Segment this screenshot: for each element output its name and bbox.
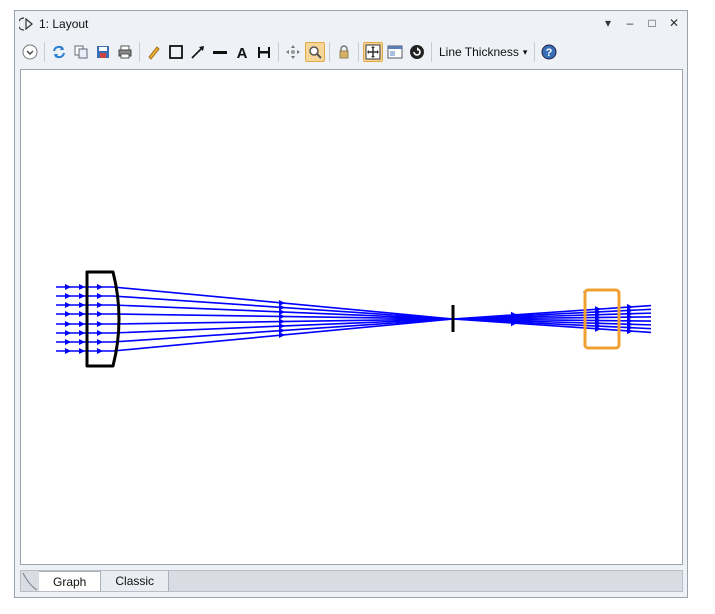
settings-chevron-icon[interactable] xyxy=(20,42,40,62)
layout-app-icon xyxy=(19,17,33,31)
ray-arrow-marker xyxy=(65,302,71,308)
ray-arrow-marker xyxy=(65,339,71,345)
zoom-icon[interactable] xyxy=(305,42,325,62)
toolbar-separator xyxy=(431,42,432,62)
copy-icon[interactable] xyxy=(71,42,91,62)
arrow-icon[interactable] xyxy=(188,42,208,62)
ray-arrow-marker xyxy=(97,330,103,336)
toolbar-separator xyxy=(44,42,45,62)
toolbar: A Line Thickness ▾ ? xyxy=(15,37,687,67)
close-icon[interactable]: ✕ xyxy=(667,15,681,31)
toolbar-separator xyxy=(278,42,279,62)
print-icon[interactable] xyxy=(115,42,135,62)
chevron-down-icon: ▾ xyxy=(522,46,528,57)
window-title: 1: Layout xyxy=(39,17,89,31)
layout-plot-canvas[interactable] xyxy=(20,69,683,565)
ray-arrow-marker xyxy=(97,302,103,308)
toolbar-separator xyxy=(534,42,536,62)
ray-arrow-marker xyxy=(79,348,85,354)
ray-arrow-marker xyxy=(97,348,103,354)
ray-arrow-marker xyxy=(97,284,103,290)
line-thickness-dropdown[interactable]: Line Thickness ▾ xyxy=(435,42,531,62)
line-thickness-label: Line Thickness xyxy=(439,45,519,59)
pencil-icon[interactable] xyxy=(144,42,164,62)
toolbar-separator xyxy=(358,42,359,62)
toolbar-separator xyxy=(329,42,330,62)
ray-arrow-marker xyxy=(65,293,71,299)
maximize-icon[interactable]: □ xyxy=(645,15,659,31)
rotate-icon[interactable] xyxy=(407,42,427,62)
ray-arrow-marker xyxy=(279,313,285,320)
optical-layout-drawing xyxy=(56,270,652,368)
ray-arrow-marker xyxy=(65,330,71,336)
minimize-icon[interactable]: – xyxy=(623,15,637,31)
selection-highlight-box xyxy=(583,288,621,350)
lens-element xyxy=(85,270,121,368)
toolbar-separator xyxy=(139,42,140,62)
help-icon[interactable]: ? xyxy=(539,42,559,62)
window-controls: ▾ – □ ✕ xyxy=(601,15,681,31)
ray-arrow-marker xyxy=(79,284,85,290)
tab-classic[interactable]: Classic xyxy=(101,571,170,591)
layout-window: 1: Layout ▾ – □ ✕ A Line Thickness ▾ ? G… xyxy=(14,10,688,598)
text-icon[interactable]: A xyxy=(232,42,252,62)
ray-arrow-marker xyxy=(65,348,71,354)
window-menu-arrow-icon[interactable]: ▾ xyxy=(601,15,615,31)
rectangle-icon[interactable] xyxy=(166,42,186,62)
pan-icon[interactable] xyxy=(283,42,303,62)
ray-arrow-marker xyxy=(97,321,103,327)
lock-icon[interactable] xyxy=(334,42,354,62)
ray-arrow-marker xyxy=(79,311,85,317)
title-bar: 1: Layout ▾ – □ ✕ xyxy=(15,11,687,37)
save-icon[interactable] xyxy=(93,42,113,62)
line-icon[interactable] xyxy=(210,42,230,62)
ray-arrow-marker xyxy=(65,311,71,317)
ray-arrow-marker xyxy=(79,302,85,308)
ray-arrow-marker xyxy=(279,332,285,338)
ray-arrow-marker xyxy=(97,339,103,345)
ray-arrow-marker xyxy=(65,284,71,290)
ray-arrow-marker xyxy=(79,293,85,299)
tab-graph[interactable]: Graph xyxy=(39,571,102,591)
view-tabs: Graph Classic xyxy=(20,570,683,592)
svg-text:A: A xyxy=(237,45,248,60)
refresh-icon[interactable] xyxy=(49,42,69,62)
ray-arrow-marker xyxy=(79,330,85,336)
ray-arrow-marker xyxy=(79,321,85,327)
ray-arrow-marker xyxy=(97,293,103,299)
tab-curl-icon xyxy=(22,572,38,591)
dimension-icon[interactable] xyxy=(254,42,274,62)
ray-arrow-marker xyxy=(97,311,103,317)
window-layout-icon[interactable] xyxy=(385,42,405,62)
fit-to-window-icon[interactable] xyxy=(363,42,383,62)
ray-arrow-marker xyxy=(79,339,85,345)
svg-text:?: ? xyxy=(546,47,553,59)
ray-arrow-marker xyxy=(65,321,71,327)
